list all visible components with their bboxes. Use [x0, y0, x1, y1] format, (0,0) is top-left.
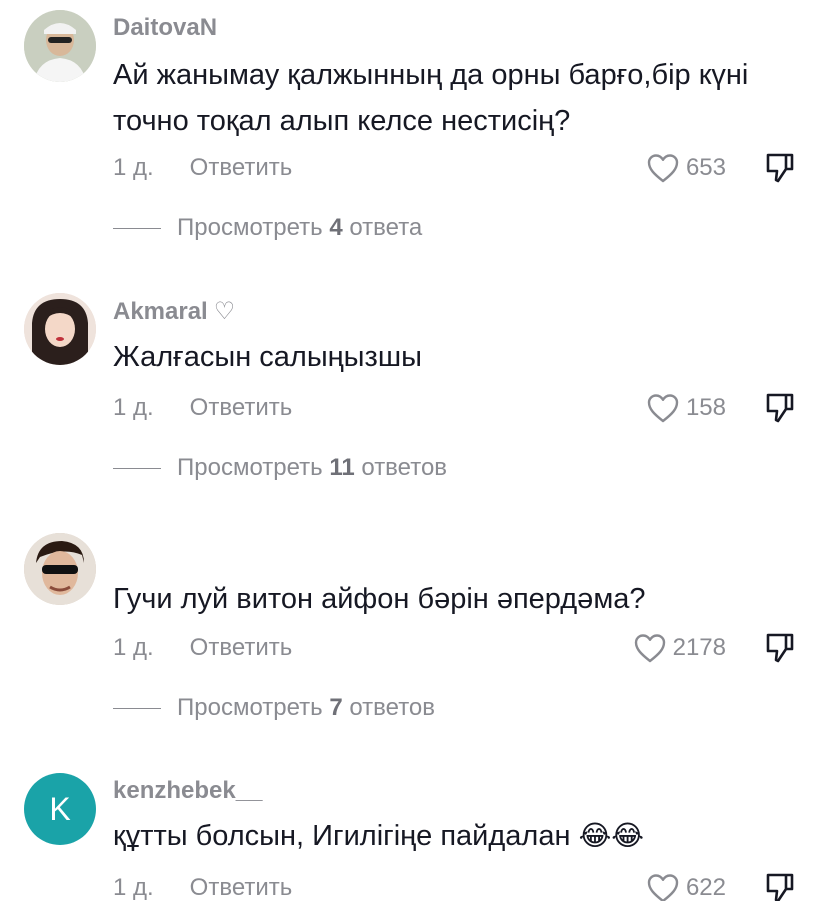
username[interactable]: Akmaral ♡	[113, 297, 235, 326]
comment-time: 1 д.	[113, 154, 154, 181]
view-replies-suffix: ответа	[342, 214, 423, 241]
view-replies-button[interactable]: Просмотреть 11 ответов	[113, 454, 447, 482]
view-replies-button[interactable]: Просмотреть 7 ответов	[113, 694, 435, 722]
comment-text: Гучи луй витон айфон бәрін әпердәма?	[113, 583, 646, 615]
comment-meta: 1 д. Ответить	[113, 394, 292, 422]
username-text[interactable]: Akmaral	[113, 298, 208, 325]
dislike-icon[interactable]	[764, 631, 796, 665]
like-count: 158	[685, 394, 726, 421]
view-replies-prefix: Просмотреть	[177, 214, 330, 241]
heart-icon	[647, 394, 679, 423]
heart-icon	[647, 874, 679, 901]
heart-icon	[634, 634, 665, 663]
username-text[interactable]: kenzhebek__	[113, 777, 262, 804]
comment-text: Ай жанымау қалжынның да орны барғо,бір к…	[113, 59, 749, 137]
replies-count: 11	[329, 454, 355, 481]
view-replies-suffix: ответов	[354, 454, 448, 481]
like-button[interactable]: 2178	[606, 630, 726, 666]
view-replies-suffix: ответов	[342, 694, 436, 721]
username-heart-icon: ♡	[213, 298, 236, 325]
comment-text-body: құтты болсын, Игилігіңе пайдалан	[113, 820, 571, 852]
divider-line	[113, 467, 161, 469]
comment-time: 1 д.	[113, 394, 154, 421]
comment-meta: 1 д. Ответить	[113, 154, 292, 182]
user-avatar[interactable]	[24, 10, 96, 82]
dislike-icon[interactable]	[764, 871, 796, 901]
username-text[interactable]: DaitovaN	[113, 14, 217, 41]
view-replies-prefix: Просмотреть	[177, 454, 330, 481]
like-button[interactable]: 622	[606, 870, 726, 901]
username[interactable]: DaitovaN	[113, 14, 217, 42]
heart-icon	[647, 154, 679, 183]
user-avatar[interactable]	[24, 533, 96, 605]
username[interactable]: kenzhebek__	[113, 777, 262, 805]
user-avatar[interactable]: K	[24, 773, 96, 845]
replies-count: 7	[329, 694, 343, 721]
view-replies-button[interactable]: Просмотреть 4 ответа	[113, 214, 422, 242]
comment-time: 1 д.	[113, 634, 154, 661]
comment-meta: 1 д. Ответить	[113, 874, 292, 901]
reply-button[interactable]: Ответить	[190, 154, 293, 182]
view-replies-prefix: Просмотреть	[177, 694, 330, 721]
comment-meta: 1 д. Ответить	[113, 634, 292, 662]
reply-button[interactable]: Ответить	[190, 634, 293, 662]
like-count: 2178	[672, 634, 726, 661]
reply-button[interactable]: Ответить	[190, 394, 293, 422]
like-count: 653	[685, 154, 726, 181]
like-count: 622	[685, 874, 726, 901]
replies-count: 4	[329, 214, 343, 241]
comment-text: құтты болсын, Игилігіңе пайдалан 😂😂	[113, 813, 803, 859]
divider-line	[113, 707, 161, 709]
user-avatar[interactable]	[24, 293, 96, 365]
divider-line	[113, 227, 161, 229]
comment-time: 1 д.	[113, 874, 154, 901]
dislike-icon[interactable]	[764, 391, 796, 425]
like-button[interactable]: 158	[606, 390, 726, 426]
reply-button[interactable]: Ответить	[190, 874, 293, 901]
comment-text: Жалғасын салыңызшы	[113, 341, 422, 373]
like-button[interactable]: 653	[606, 150, 726, 186]
dislike-icon[interactable]	[764, 151, 796, 185]
laughing-emoji-icon: 😂😂	[578, 820, 645, 851]
